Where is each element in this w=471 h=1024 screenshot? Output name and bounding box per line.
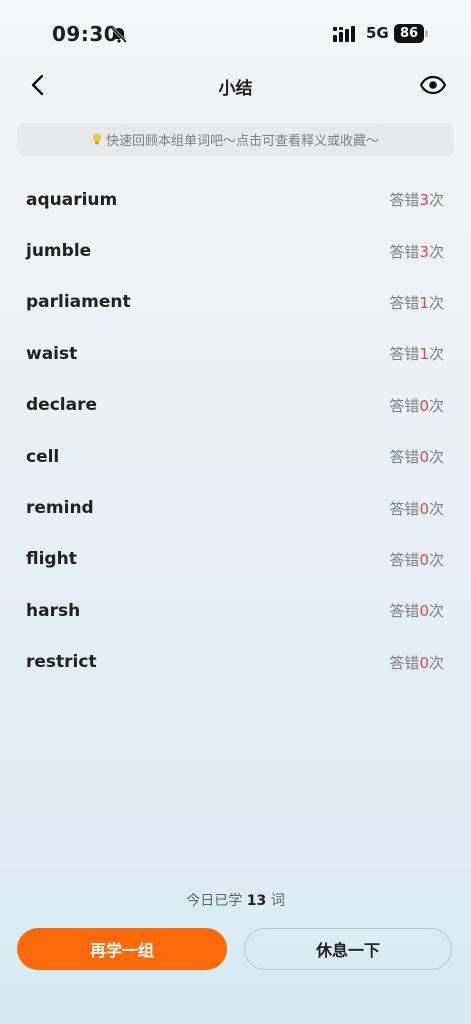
- word-text: remind: [26, 498, 94, 519]
- word-text: parliament: [26, 292, 131, 313]
- battery-level: 86: [394, 24, 424, 43]
- word-text: aquarium: [26, 189, 118, 210]
- list-item[interactable]: flight 答错0次: [0, 534, 471, 585]
- word-text: jumble: [26, 241, 92, 262]
- error-count: 答错3次: [389, 191, 444, 210]
- list-item[interactable]: parliament 答错1次: [0, 277, 471, 328]
- page-title: 小结: [218, 79, 253, 99]
- status-time: 09:30: [52, 22, 119, 46]
- error-count: 答错0次: [389, 448, 444, 467]
- word-text: declare: [26, 395, 97, 416]
- status-bar: 09:30 5G 86: [0, 0, 471, 64]
- error-count: 答错1次: [389, 293, 444, 312]
- eye-icon[interactable]: [418, 70, 448, 100]
- list-item[interactable]: waist 答错1次: [0, 328, 471, 379]
- error-count: 答错1次: [389, 345, 444, 364]
- footer-divider: [0, 870, 471, 871]
- list-item[interactable]: remind 答错0次: [0, 482, 471, 533]
- study-another-group-button[interactable]: 再学一组: [17, 928, 227, 970]
- error-count: 答错3次: [389, 242, 444, 261]
- bell-muted-icon: [110, 26, 128, 44]
- tip-text: 快速回顾本组单词吧～点击可查看释义或收藏～: [105, 134, 379, 149]
- signal-icon: [333, 26, 355, 42]
- battery-tip: [425, 30, 428, 37]
- word-text: restrict: [26, 652, 97, 673]
- today-learned-count: 今日已学 13 词: [186, 893, 285, 909]
- tip-banner: 快速回顾本组单词吧～点击可查看释义或收藏～: [17, 123, 454, 156]
- list-item[interactable]: cell 答错0次: [0, 431, 471, 482]
- list-item[interactable]: aquarium 答错3次: [0, 174, 471, 225]
- word-text: flight: [26, 549, 77, 570]
- list-item[interactable]: harsh 答错0次: [0, 585, 471, 636]
- word-list: aquarium 答错3次 jumble 答错3次 parliament 答错1…: [0, 174, 471, 688]
- word-text: cell: [26, 446, 60, 467]
- error-count: 答错0次: [389, 499, 444, 518]
- word-text: waist: [26, 343, 78, 364]
- take-a-break-button[interactable]: 休息一下: [244, 928, 452, 970]
- error-count: 答错0次: [389, 653, 444, 672]
- list-item[interactable]: declare 答错0次: [0, 380, 471, 431]
- word-text: harsh: [26, 600, 81, 621]
- lightbulb-icon: [92, 133, 101, 145]
- error-count: 答错0次: [389, 602, 444, 621]
- error-count: 答错0次: [389, 550, 444, 569]
- error-count: 答错0次: [389, 396, 444, 415]
- list-item[interactable]: jumble 答错3次: [0, 225, 471, 276]
- network-label: 5G: [366, 24, 389, 42]
- list-item[interactable]: restrict 答错0次: [0, 637, 471, 688]
